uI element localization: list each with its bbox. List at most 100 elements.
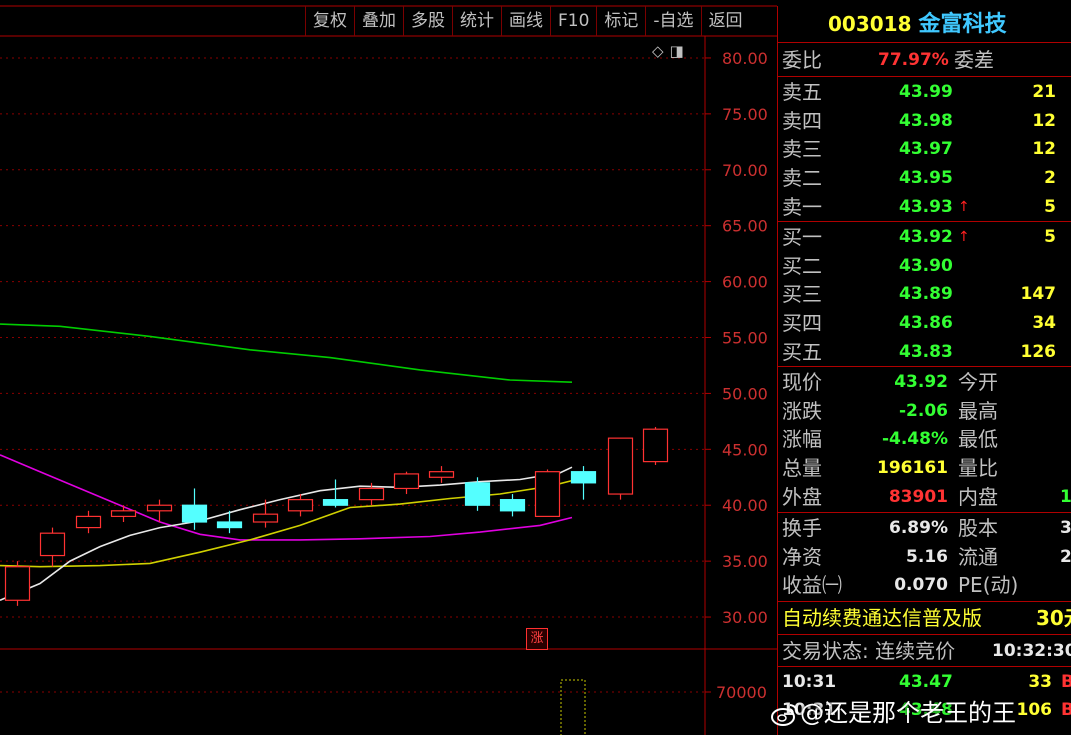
watchlist-button[interactable]: -自选 [645, 6, 700, 36]
stat-row: 总量 196161 量比 [782, 454, 1071, 482]
stat-label-2: 内盘 [958, 484, 998, 509]
buy-row[interactable]: 买三 43.89 147 [782, 280, 1071, 308]
quote-panel: 003018 金富科技 委比 77.97% 委差 卖五 43.99 21 卖四 43.9… [777, 6, 1071, 735]
buy-price: 43.90 [899, 255, 953, 276]
stat-value: 83901 [888, 486, 948, 507]
candle-body [146, 504, 173, 512]
tick-price: 43.47 [899, 672, 953, 692]
stat-label-2: 最高 [958, 398, 998, 423]
stat-label: 涨跌 [782, 398, 822, 423]
buy-price: 43.83 [899, 341, 953, 362]
stat-value: 43.92 [894, 372, 948, 392]
price-tick-label: 50.00 [722, 384, 768, 403]
candle-body [464, 482, 491, 506]
kline-chart[interactable]: 80.00 75.00 70.00 65.00 60.00 55.00 50.00 45.00… [0, 0, 777, 735]
candle-body [4, 566, 31, 601]
buy-row[interactable]: 买二 43.90 [782, 252, 1071, 280]
buy-row[interactable]: 买一 43.92 ↑ 5 [782, 223, 1071, 251]
stat-value: 0.070 [894, 575, 948, 596]
tick-flag: B [1061, 700, 1071, 720]
sell-price: 43.99 [899, 82, 953, 102]
stat-row: 换手 6.89% 股本 3 [782, 514, 1071, 542]
tick-time: 10:31 [782, 672, 837, 692]
buy-volume: 147 [1020, 284, 1057, 305]
sell-volume: 12 [1032, 139, 1056, 160]
stat-label: 外盘 [782, 484, 822, 509]
buy-volume: 34 [1032, 313, 1056, 334]
sell-row[interactable]: 卖三 43.97 12 [782, 135, 1071, 163]
statistics-button[interactable]: 统计 [452, 6, 501, 36]
multi-stock-button[interactable]: 多股 [403, 6, 452, 36]
sell-label: 卖二 [782, 166, 822, 191]
candle-body [534, 471, 561, 518]
sell-row[interactable]: 卖二 43.95 2 [782, 164, 1071, 192]
buy-price: 43.86 [899, 313, 953, 334]
stat-label: 总量 [782, 456, 822, 481]
stat-label-2: 股本 [958, 516, 998, 540]
stat-label: 收益㈠ [782, 573, 842, 598]
window-icon[interactable]: ◨ [670, 42, 684, 60]
stock-code: 003018 [828, 12, 912, 36]
sell-row[interactable]: 卖一 43.93 ↑ 5 [782, 193, 1071, 221]
overlay-button[interactable]: 叠加 [354, 6, 403, 36]
stat-row: 净资 5.16 流通 2 [782, 543, 1071, 571]
mark-button[interactable]: 标记 [596, 6, 645, 36]
sell-label: 卖一 [782, 194, 822, 219]
stat-label-2: PE(动) [958, 573, 1019, 598]
sell-label: 卖三 [782, 137, 822, 162]
promo-price: 30元 [1036, 606, 1071, 630]
stat-row: 收益㈠ 0.070 PE(动) [782, 571, 1071, 599]
tick-row: 10:31 43.47 33 B [782, 668, 1071, 696]
sell-row[interactable]: 卖五 43.99 21 [782, 78, 1071, 106]
sell-label: 卖四 [782, 108, 822, 133]
candle-body [39, 532, 66, 557]
stat-value-2: 2 [1060, 546, 1071, 567]
stock-name: 金富科技 [918, 12, 1007, 37]
stat-label-2: 今开 [958, 370, 998, 394]
sell-volume: 5 [1044, 196, 1056, 217]
volume-tick-label: 70000 [716, 683, 767, 702]
back-button[interactable]: 返回 [700, 6, 750, 36]
tick-flag: B [1061, 672, 1071, 692]
chart-corner-icons: ◇ ◨ [652, 42, 690, 60]
volume-bar [560, 679, 586, 735]
candle-body [216, 521, 243, 529]
sell-price: 43.93 [899, 196, 953, 217]
stat-label: 换手 [782, 516, 822, 540]
trade-status: 交易状态: 连续竞价 [782, 639, 956, 663]
f10-button[interactable]: F10 [550, 6, 596, 36]
trade-time: 10:32:30 [992, 641, 1071, 661]
candle-body [358, 487, 385, 501]
promo-banner[interactable]: 自动续费通达信普及版 30元 [782, 604, 1071, 632]
stat-value: 5.16 [906, 546, 948, 567]
tick-volume: 33 [1028, 672, 1052, 692]
candle-body [75, 515, 102, 529]
up-arrow-icon: ↑ [958, 198, 970, 215]
buy-price: 43.89 [899, 284, 953, 305]
stat-label: 现价 [782, 370, 822, 394]
trade-status-row: 交易状态: 连续竞价 10:32:30 [782, 637, 1071, 665]
candle-body [607, 437, 634, 495]
candle-body [499, 499, 526, 512]
fuquan-button[interactable]: 复权 [305, 6, 354, 36]
buy-volume: 5 [1044, 227, 1056, 247]
sell-price: 43.95 [899, 168, 953, 189]
sell-volume: 12 [1032, 110, 1056, 131]
draw-line-button[interactable]: 画线 [501, 6, 550, 36]
stat-label-2: 最低 [958, 427, 998, 452]
stat-value: 196161 [877, 458, 948, 479]
diamond-icon[interactable]: ◇ [652, 42, 664, 60]
candle-body [642, 428, 669, 463]
stat-label-2: 流通 [958, 544, 998, 569]
sell-volume: 21 [1032, 82, 1056, 102]
buy-row[interactable]: 买五 43.83 126 [782, 338, 1071, 366]
up-arrow-icon: ↑ [958, 229, 970, 245]
sell-row[interactable]: 卖四 43.98 12 [782, 107, 1071, 135]
stat-label-2: 量比 [958, 456, 998, 481]
stat-label: 涨幅 [782, 427, 822, 452]
buy-label: 买五 [782, 339, 822, 364]
buy-row[interactable]: 买四 43.86 34 [782, 309, 1071, 337]
price-tick-label: 80.00 [722, 49, 768, 68]
tick-volume: 106 [1016, 700, 1053, 720]
buy-price: 43.92 [899, 227, 953, 247]
